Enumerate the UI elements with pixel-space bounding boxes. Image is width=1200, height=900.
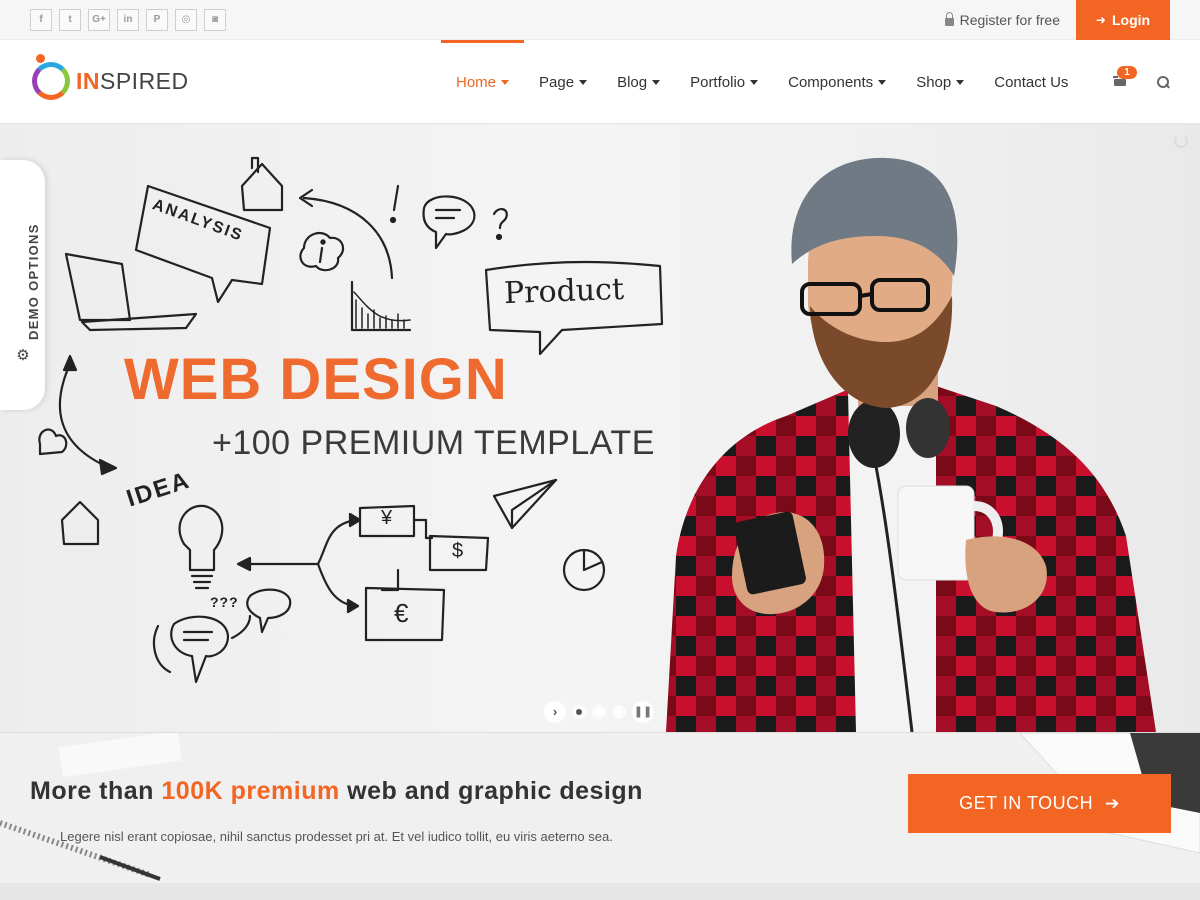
login-button[interactable]: ➜ Login [1076,0,1170,40]
chevron-down-icon [956,80,965,85]
site-logo[interactable]: INSPIRED [30,54,189,100]
hero-title: WEB DESIGN [124,347,508,412]
slide-dot-1[interactable] [572,705,586,719]
facebook-icon[interactable]: f [30,9,52,31]
search-icon[interactable] [1157,76,1169,88]
cart-count-badge: 1 [1117,66,1137,79]
doodle-question-text: ??? [210,594,239,610]
chevron-down-icon [501,80,510,85]
sign-in-icon: ➜ [1095,13,1106,27]
pause-icon[interactable]: ❚❚ [632,701,654,723]
nav-blog[interactable]: Blog [602,40,675,124]
demo-options-tab[interactable]: DEMO OPTIONS ⚙ [0,160,45,410]
nav-contact-us[interactable]: Contact Us [979,40,1083,124]
register-label: Register for free [959,12,1060,28]
next-slide-icon[interactable]: › [544,701,566,723]
slide-dot-3[interactable] [612,705,626,719]
demo-options-label: DEMO OPTIONS [26,223,41,340]
cta-title: More than 100K premium web and graphic d… [30,777,643,805]
linkedin-icon[interactable]: in [117,9,139,31]
get-in-touch-button[interactable]: GET IN TOUCH ➔ [908,774,1171,833]
doodle-dollar-text: $ [452,540,464,562]
cta-section: More than 100K premium web and graphic d… [0,732,1200,900]
pinterest-icon[interactable]: P [146,9,168,31]
doodle-product-text: Product [503,271,625,312]
doodle-yen-text: ¥ [381,507,393,529]
logo-mark-icon [30,54,72,100]
loading-spinner-icon [1174,134,1188,148]
hero-person-image [666,157,1156,732]
logo-text: INSPIRED [76,67,189,94]
get-in-touch-label: GET IN TOUCH [959,793,1094,813]
nav-components[interactable]: Components [773,40,901,124]
dribbble-icon[interactable]: ◎ [175,9,197,31]
top-bar: f t G+ in P ◎ ◙ Register for free ➜ Logi… [0,0,1200,40]
login-label: Login [1111,12,1151,28]
gear-icon: ⚙ [16,347,30,364]
chevron-down-icon [750,80,759,85]
chevron-down-icon [579,80,588,85]
slider-controls: › ❚❚ [544,701,654,723]
hero-subtitle: +100 PREMIUM TEMPLATE [212,424,655,462]
nav-home[interactable]: Home [441,40,525,124]
arrow-right-icon: ➔ [1105,793,1120,813]
slide-dot-2[interactable] [592,705,606,719]
chevron-down-icon [878,80,887,85]
social-links: f t G+ in P ◎ ◙ [30,9,226,31]
lock-icon [944,12,954,26]
doodle-euro-text: € [394,598,409,628]
google-plus-icon[interactable]: G+ [88,9,110,31]
main-nav: Home Page Blog Portfolio Components Shop… [441,40,1083,124]
instagram-icon[interactable]: ◙ [204,9,226,31]
twitter-icon[interactable]: t [59,9,81,31]
nav-portfolio[interactable]: Portfolio [675,40,773,124]
main-header: INSPIRED Home Page Blog Portfolio Compon… [0,40,1200,124]
nav-page[interactable]: Page [524,40,602,124]
chevron-down-icon [652,80,661,85]
cta-description: Legere nisl erant copiosae, nihil sanctu… [60,829,613,844]
hero-slider: ANALYSIS Product IDEA ¥ $ € ??? WEB DESI… [0,124,1200,732]
register-link[interactable]: Register for free [944,12,1060,28]
nav-shop[interactable]: Shop [901,40,979,124]
